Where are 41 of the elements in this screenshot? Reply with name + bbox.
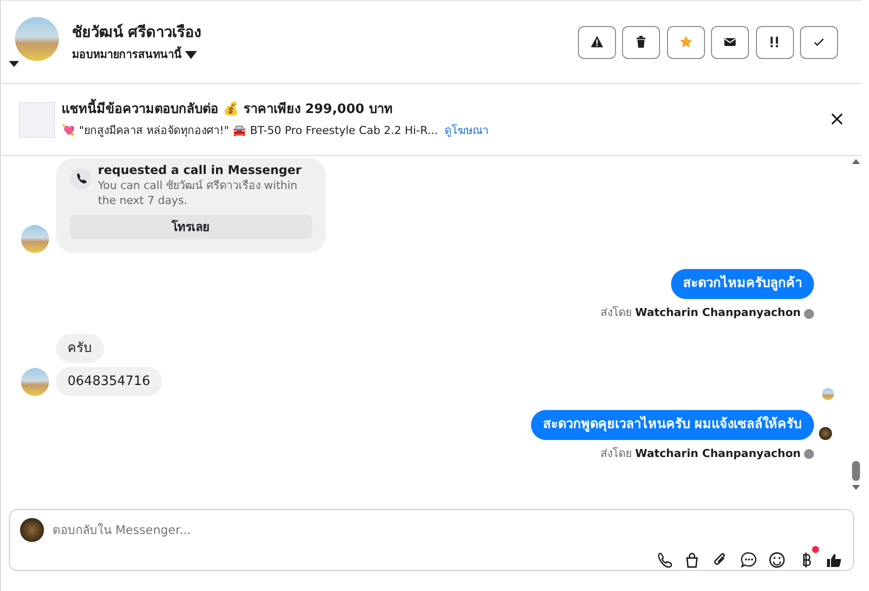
info-icon	[804, 449, 814, 460]
reply-field[interactable]: ตอบกลับใน Messenger...	[9, 509, 854, 571]
trash-icon	[634, 35, 648, 49]
envelope-button[interactable]	[711, 26, 749, 58]
notification-dot	[812, 546, 818, 552]
contact-name: ชัยวัฒน์ ศรีดาวเรือง	[72, 22, 202, 43]
call-request-title: requested a call in Messenger	[98, 164, 302, 178]
info-icon	[804, 308, 814, 319]
baht-sign-icon	[800, 552, 810, 568]
page-avatar	[20, 518, 44, 542]
warning-icon	[590, 35, 604, 49]
call-now-button[interactable]: โทรเลย	[70, 215, 312, 240]
envelope-icon	[723, 35, 737, 49]
reply-input[interactable]: ตอบกลับใน Messenger...	[50, 520, 845, 540]
page-avatar	[819, 426, 832, 440]
smiley-icon	[768, 550, 786, 568]
read-receipt-avatar	[822, 388, 834, 400]
star-button[interactable]	[666, 26, 704, 58]
contact-avatar	[15, 17, 59, 61]
message-bubble: สะดวกไหมครับลูกค้า	[670, 269, 814, 299]
message-bubble: 0648354716	[56, 366, 162, 396]
ad-description: 💘 "ยกสูงมีคลาส หล่อจัดทุกองศา!" 🚘 BT-50 Pro Freestyle Cab 2.2 Hi-R...	[62, 122, 438, 139]
ad-image-placeholder	[19, 102, 55, 138]
trash-button[interactable]	[622, 26, 660, 58]
exclamation-button[interactable]	[756, 26, 794, 58]
sent-by-label: ส่งโดย Watcharin Chanpanyachon	[600, 446, 801, 462]
message-bubble: ครับ	[56, 334, 104, 364]
view-ad-link[interactable]: ดูโฆษณา	[444, 122, 488, 140]
call-request-text: You can call ชัยวัฒน์ ศรีดาวเรือง within the next 7 days.	[98, 179, 298, 209]
sent-by-label: ส่งโดย Watcharin Chanpanyachon	[600, 305, 801, 322]
contact-avatar	[21, 225, 49, 254]
assign-conversation-link[interactable]: มอบหมายการสนทนานี้	[72, 46, 182, 64]
star-icon	[678, 35, 692, 49]
check-button[interactable]	[800, 26, 838, 58]
caret-icon	[9, 61, 19, 67]
ad-title: แชทนี้มีข้อความตอบกลับต่อ 💰 ราคาเพียง 299,000 บาท	[62, 100, 488, 120]
contact-avatar	[21, 368, 49, 396]
warning-button[interactable]	[578, 26, 616, 58]
caret-icon	[185, 50, 198, 59]
message-bubble: สะดวกพูดคุยเวลาไหนครับ ผมแจ้งเซลล์ให้ครับ	[531, 410, 814, 440]
chat-icon	[740, 550, 758, 568]
